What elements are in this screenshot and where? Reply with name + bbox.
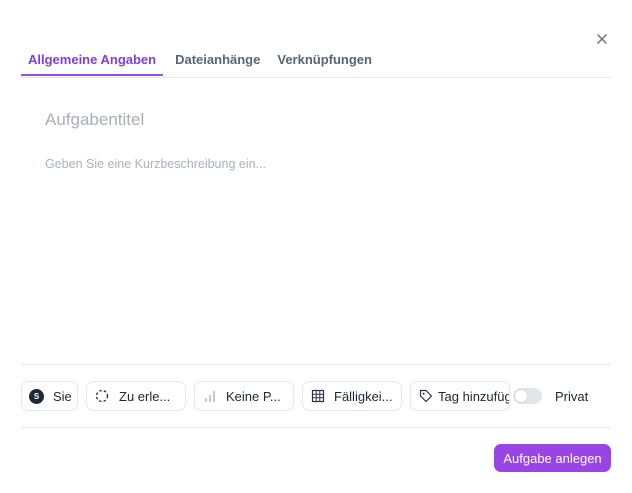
task-options-toolbar: S Sie Zu erle... Keine P... Fälligkei...… (21, 381, 611, 411)
due-date-button[interactable]: Fälligkei... (302, 381, 402, 411)
avatar: S (29, 388, 44, 404)
status-label: Zu erle... (119, 388, 171, 404)
status-button[interactable]: Zu erle... (86, 381, 186, 411)
tab-bar: Allgemeine Angaben Dateianhänge Verknüpf… (21, 50, 611, 78)
bar-chart-icon (202, 388, 218, 404)
assignee-button[interactable]: S Sie (21, 381, 78, 411)
priority-button[interactable]: Keine P... (194, 381, 294, 411)
toggle-knob (515, 390, 527, 402)
tab-links[interactable]: Verknüpfungen (270, 50, 379, 76)
dashed-circle-icon (94, 388, 110, 404)
create-task-dialog: Allgemeine Angaben Dateianhänge Verknüpf… (0, 0, 632, 493)
close-icon (597, 34, 607, 44)
close-button[interactable] (594, 31, 610, 47)
tab-general[interactable]: Allgemeine Angaben (21, 50, 164, 76)
divider-bottom (21, 427, 611, 428)
priority-label: Keine P... (226, 388, 281, 404)
private-toggle-group: Privat (513, 388, 588, 404)
tag-icon (418, 388, 434, 404)
due-date-label: Fälligkei... (334, 388, 393, 404)
add-tag-label: Tag hinzufügen (438, 388, 509, 404)
calendar-grid-icon (310, 388, 326, 404)
tab-attachments[interactable]: Dateianhänge (168, 50, 267, 76)
assignee-label: Sie (53, 388, 72, 404)
task-description-input[interactable] (45, 157, 585, 347)
divider-top (21, 364, 611, 365)
task-title-input[interactable] (45, 107, 585, 133)
create-task-button[interactable]: Aufgabe anlegen (494, 444, 611, 472)
private-toggle[interactable] (513, 388, 542, 404)
add-tag-button[interactable]: Tag hinzufügen (410, 381, 510, 411)
private-label: Privat (555, 388, 589, 404)
